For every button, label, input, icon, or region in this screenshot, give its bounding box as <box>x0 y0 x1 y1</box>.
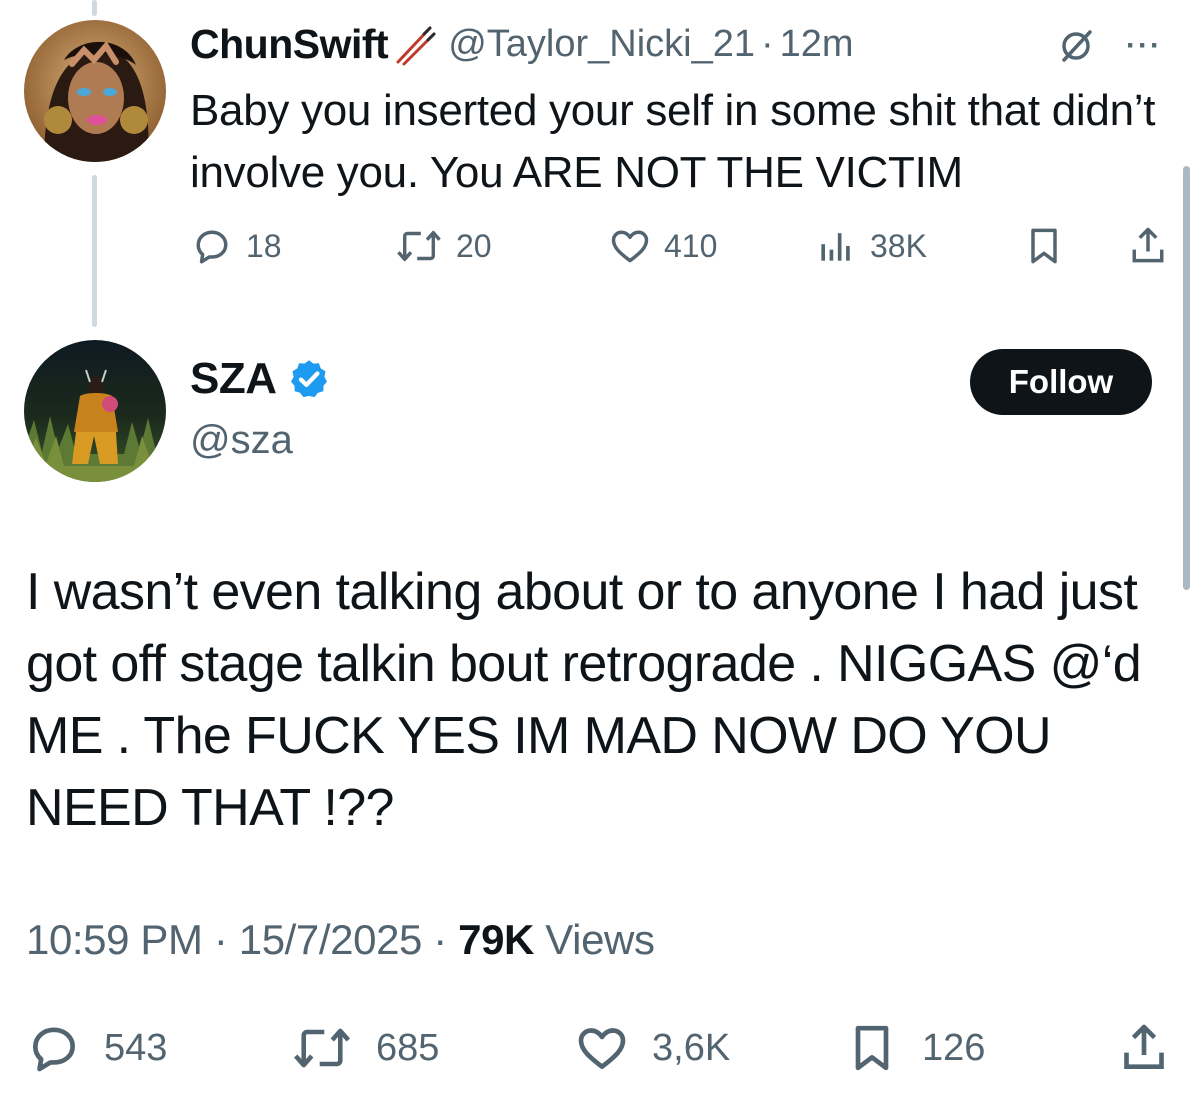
repost-button[interactable]: 20 <box>394 224 492 268</box>
reply-avatar[interactable] <box>24 20 166 162</box>
bookmark-button[interactable]: 126 <box>844 1020 985 1076</box>
reply-count: 543 <box>104 1026 168 1069</box>
bookmark-icon <box>855 1025 889 1071</box>
like-count: 3,6K <box>652 1026 731 1069</box>
like-button[interactable]: 3,6K <box>574 1020 730 1076</box>
repost-button[interactable]: 685 <box>290 1020 439 1076</box>
main-avatar[interactable] <box>24 340 166 482</box>
more-icon[interactable]: ··· <box>1126 29 1162 63</box>
reply-display-name[interactable]: ChunSwift <box>190 21 389 68</box>
bookmark-button[interactable] <box>1022 224 1066 268</box>
tweet-meta: 10:59 PM · 15/7/2025 · 79K Views <box>26 916 655 964</box>
heart-icon <box>611 230 649 263</box>
share-icon <box>1124 1024 1164 1069</box>
like-count: 410 <box>664 227 718 264</box>
tweet-time[interactable]: 10:59 PM <box>26 916 203 963</box>
heart-icon <box>578 1028 626 1069</box>
reply-text: Baby you inserted your self in some shit… <box>190 86 1156 197</box>
repost-icon <box>397 230 441 262</box>
reply-header: ChunSwift @Taylor_Nicki_21 · 12m <box>190 18 854 70</box>
comment-icon <box>196 230 228 264</box>
reply-button[interactable]: 18 <box>190 224 282 268</box>
reply-action-bar: 18 20 410 38K <box>0 218 1200 274</box>
views-icon <box>821 233 850 261</box>
views-button[interactable]: 38K <box>814 224 927 268</box>
main-handle[interactable]: @sza <box>190 418 293 463</box>
main-action-bar: 543 685 3,6K 126 <box>0 1018 1200 1078</box>
views-label: Views <box>545 916 655 963</box>
bookmark-count: 126 <box>922 1026 986 1069</box>
share-icon <box>1132 227 1164 263</box>
bookmark-icon <box>1031 228 1057 264</box>
repost-count: 685 <box>376 1026 440 1069</box>
repost-count: 20 <box>456 227 492 264</box>
comment-icon <box>33 1027 75 1072</box>
separator-dot: · <box>433 916 447 963</box>
like-button[interactable]: 410 <box>608 224 717 268</box>
reply-handle[interactable]: @Taylor_Nicki_21 <box>448 23 755 66</box>
chopsticks-icon <box>396 26 436 66</box>
tweet-date[interactable]: 15/7/2025 <box>239 916 423 963</box>
reply-count: 18 <box>246 227 282 264</box>
thread-line-top <box>92 0 97 16</box>
views-count: 38K <box>870 227 927 264</box>
reply-button[interactable]: 543 <box>26 1020 167 1076</box>
separator-dot: · <box>213 916 228 963</box>
separator-dot: · <box>761 22 774 65</box>
main-name: SZA <box>190 354 331 404</box>
views-total[interactable]: 79K <box>458 916 534 963</box>
verified-badge-icon <box>290 360 327 398</box>
grok-icon[interactable] <box>1056 26 1096 66</box>
share-button[interactable] <box>1116 1020 1172 1076</box>
main-tweet-text: I wasn’t even talking about or to anyone… <box>26 563 1142 837</box>
repost-icon <box>293 1028 351 1068</box>
reply-menu: ··· <box>1056 26 1162 66</box>
reply-time[interactable]: 12m <box>780 23 854 66</box>
share-button[interactable] <box>1126 224 1170 268</box>
main-display-name[interactable]: SZA <box>190 354 277 404</box>
follow-button[interactable]: Follow <box>970 349 1152 415</box>
